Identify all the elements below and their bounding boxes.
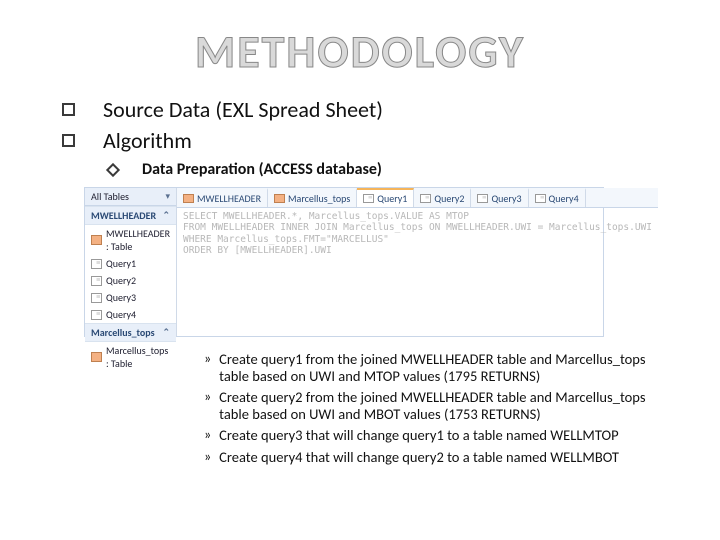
table-icon	[91, 352, 102, 362]
chevron-down-icon: ▾	[165, 191, 170, 202]
nav-item-query2: Query2	[85, 272, 176, 289]
step-3: Create query3 that will change query1 to…	[219, 427, 618, 444]
nav-item-label: Query2	[106, 274, 136, 287]
level2-bullet: Data Preparation (ACCESS database)	[108, 160, 684, 179]
step-1: Create query1 from the joined MWELLHEADE…	[219, 351, 654, 385]
nav-item-label: Marcellus_tops : Table	[106, 344, 170, 370]
nav-item-query1: Query1	[85, 255, 176, 272]
tab-label: Query1	[377, 192, 407, 205]
diamond-bullet-icon	[106, 162, 120, 176]
nav-group-marcellus: Marcellus_tops ⌃	[85, 323, 176, 342]
nav-group-label: MWELLHEADER	[91, 209, 156, 222]
chevron-up-icon: ⌃	[162, 327, 170, 338]
tab-label: Query2	[434, 192, 464, 205]
query-icon	[363, 194, 374, 203]
access-nav-pane: All Tables ▾ MWELLHEADER ⌃ MWELLHEADER :…	[85, 188, 177, 336]
nav-item-label: Query3	[106, 291, 136, 304]
tab-label: MWELLHEADER	[197, 192, 261, 205]
tab-label: Query3	[491, 192, 521, 205]
tab-query3: Query3	[471, 188, 528, 207]
query-icon	[91, 276, 102, 286]
nav-item-mwellheader-table: MWELLHEADER : Table	[85, 225, 176, 255]
tab-query1: Query1	[357, 188, 414, 207]
access-nav-title: All Tables	[91, 190, 129, 203]
step-2: Create query2 from the joined MWELLHEADE…	[219, 389, 654, 423]
query-icon	[91, 310, 102, 320]
table-icon	[183, 194, 194, 203]
tab-label: Marcellus_tops	[288, 192, 350, 205]
square-bullet-icon	[62, 103, 75, 116]
query-icon	[477, 194, 488, 203]
tab-mwellheader: MWELLHEADER	[177, 188, 268, 207]
tab-marcellus-tops: Marcellus_tops	[268, 188, 357, 207]
tab-label: Query4	[549, 192, 579, 205]
tab-query2: Query2	[414, 188, 471, 207]
chevron-bullet-icon: »	[204, 449, 211, 466]
chevron-up-icon: ⌃	[162, 210, 170, 221]
chevron-bullet-icon: »	[204, 389, 211, 406]
nav-group-label: Marcellus_tops	[91, 326, 155, 339]
access-main-pane: MWELLHEADER Marcellus_tops Query1 Query2…	[177, 188, 658, 336]
nav-group-mwellheader: MWELLHEADER ⌃	[85, 206, 176, 225]
table-icon	[91, 235, 102, 245]
bullet-data-prep: Data Preparation (ACCESS database)	[142, 160, 382, 179]
nav-item-label: Query1	[106, 257, 136, 270]
nav-item-query4: Query4	[85, 306, 176, 323]
nav-item-label: MWELLHEADER : Table	[106, 227, 170, 253]
access-screenshot: All Tables ▾ MWELLHEADER ⌃ MWELLHEADER :…	[84, 187, 604, 337]
slide-title: METHODOLOGY	[36, 24, 684, 80]
query-icon	[91, 293, 102, 303]
table-icon	[274, 194, 285, 203]
step-4: Create query4 that will change query2 to…	[219, 449, 619, 466]
chevron-bullet-icon: »	[204, 427, 211, 444]
bullet-algorithm: Algorithm	[103, 127, 192, 154]
nav-item-marcellus-table: Marcellus_tops : Table	[85, 342, 176, 372]
query-icon	[535, 194, 546, 203]
nav-item-label: Query4	[106, 308, 136, 321]
access-nav-header: All Tables ▾	[85, 188, 176, 206]
level1-bullets: Source Data (EXL Spread Sheet) Algorithm	[62, 96, 684, 154]
steps-list: » Create query1 from the joined MWELLHEAD…	[204, 351, 654, 466]
chevron-bullet-icon: »	[204, 351, 211, 368]
tab-query4: Query4	[529, 188, 586, 207]
square-bullet-icon	[62, 134, 75, 147]
bullet-source-data: Source Data (EXL Spread Sheet)	[103, 96, 383, 123]
access-sql-pane: SELECT MWELLHEADER.*, Marcellus_tops.VAL…	[177, 208, 658, 336]
query-icon	[420, 194, 431, 203]
access-tabstrip: MWELLHEADER Marcellus_tops Query1 Query2…	[177, 188, 658, 208]
nav-item-query3: Query3	[85, 289, 176, 306]
query-icon	[91, 259, 102, 269]
